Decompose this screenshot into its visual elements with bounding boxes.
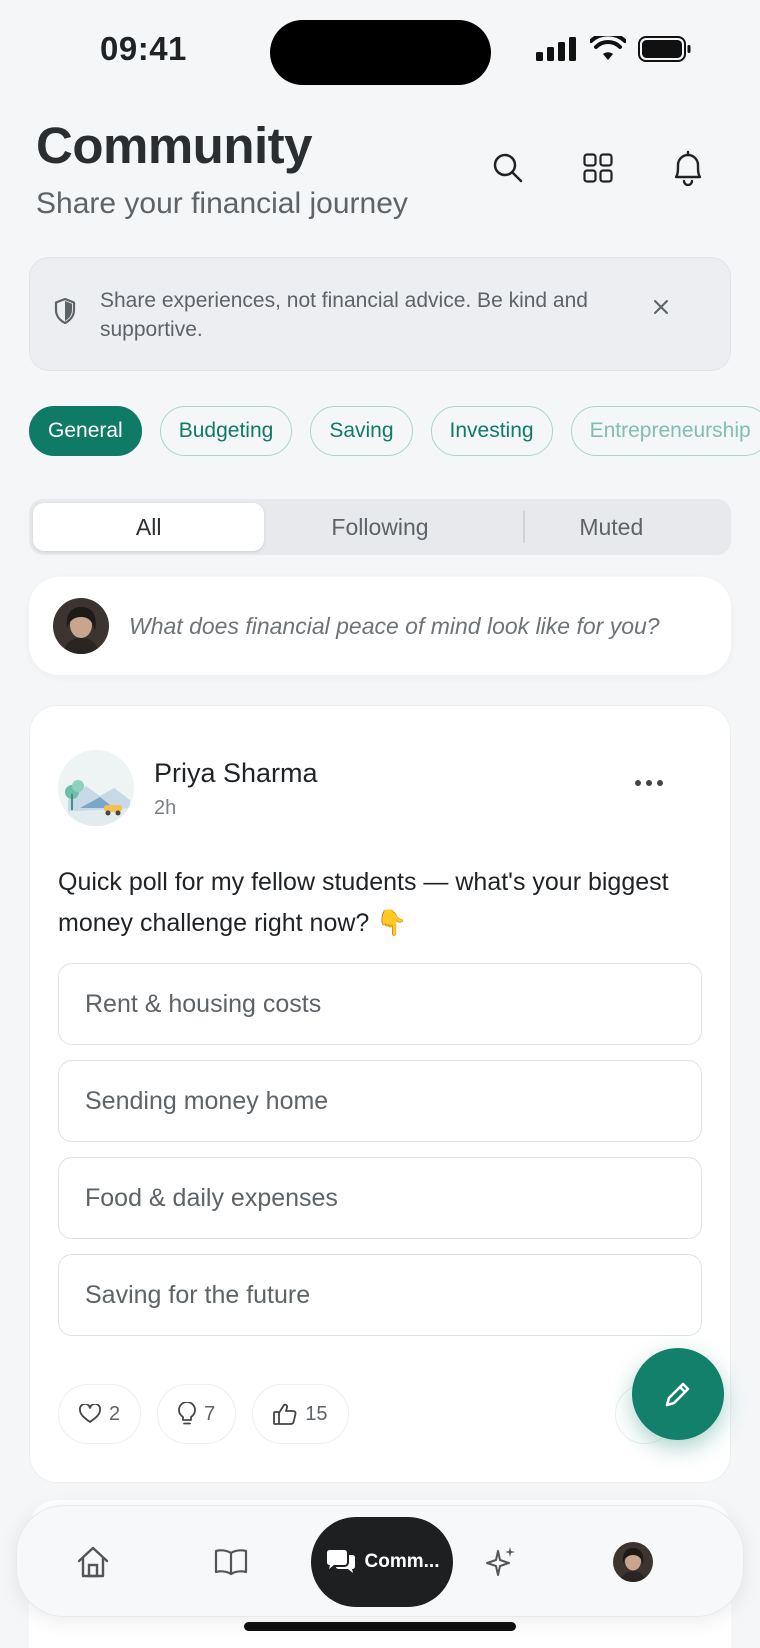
shield-icon [54, 298, 76, 324]
home-indicator [244, 1622, 516, 1631]
page-title: Community [36, 117, 312, 174]
status-time: 09:41 [100, 30, 187, 67]
community-guidelines-notice: Share experiences, not financial advice.… [29, 257, 731, 371]
post-author[interactable]: Priya Sharma [154, 758, 318, 789]
bell-icon [674, 150, 702, 186]
bottom-tab-bar: Comm... [16, 1505, 744, 1617]
idea-button[interactable]: 7 [157, 1384, 237, 1444]
tab-profile[interactable] [613, 1506, 653, 1618]
tab-home[interactable] [73, 1506, 113, 1618]
feed-filter: All Following Muted [29, 499, 731, 555]
filter-following[interactable]: Following [264, 503, 495, 551]
book-icon [214, 1549, 248, 1576]
heart-icon [79, 1404, 101, 1423]
like-button[interactable]: 2 [58, 1384, 142, 1444]
post-body: Quick poll for my fellow students — what… [58, 868, 669, 937]
chat-bubbles-icon [326, 1550, 355, 1573]
avatar [613, 1542, 653, 1582]
wifi-icon [590, 36, 626, 60]
tab-learn[interactable] [211, 1506, 251, 1618]
composer-prompt: What does financial peace of mind look l… [129, 613, 660, 639]
sparkles-icon [486, 1547, 515, 1576]
filter-muted[interactable]: Muted [496, 503, 727, 551]
tab-insights[interactable] [481, 1506, 521, 1618]
lightbulb-icon [178, 1402, 197, 1425]
notice-text: Share experiences, not financial advice.… [100, 289, 588, 341]
close-icon[interactable] [652, 298, 670, 316]
category-chips: General Budgeting Saving Investing Entre… [29, 406, 760, 456]
segment-divider [523, 511, 525, 543]
dynamic-island [270, 20, 491, 85]
poll-option[interactable]: Food & daily expenses [58, 1157, 702, 1239]
thumbs-up-icon [273, 1403, 297, 1425]
tab-community[interactable]: Comm... [311, 1517, 453, 1607]
reaction-bar: 2 7 15 [58, 1384, 349, 1444]
page-header: Community Share your financial journey [36, 116, 408, 221]
compose-fab[interactable] [632, 1348, 724, 1440]
grid-view-button[interactable] [578, 148, 618, 188]
status-icons [536, 36, 692, 62]
filter-all[interactable]: All [33, 503, 265, 551]
chip-budgeting[interactable]: Budgeting [159, 406, 293, 456]
like-count: 2 [109, 1402, 121, 1425]
pencil-icon [665, 1382, 690, 1407]
status-bar: 09:41 [0, 0, 760, 100]
poll-option[interactable]: Rent & housing costs [58, 963, 702, 1045]
thumbs-up-count: 15 [305, 1402, 328, 1425]
tab-community-label: Comm... [364, 1551, 440, 1572]
idea-count: 7 [204, 1402, 216, 1425]
page-subtitle: Share your financial journey [36, 187, 408, 220]
chip-saving[interactable]: Saving [310, 406, 413, 456]
thumbs-up-button[interactable]: 15 [252, 1384, 349, 1444]
poll: Rent & housing costs Sending money home … [58, 963, 702, 1351]
search-icon [493, 153, 523, 183]
header-actions [488, 148, 708, 188]
poll-option[interactable]: Sending money home [58, 1060, 702, 1142]
more-options-icon[interactable] [634, 779, 664, 787]
grid-icon [583, 153, 613, 183]
battery-icon [638, 36, 691, 62]
post-time: 2h [154, 797, 177, 819]
notifications-button[interactable] [668, 148, 708, 188]
cellular-signal-icon [536, 37, 576, 61]
home-icon [77, 1546, 109, 1578]
avatar [53, 598, 109, 654]
author-avatar[interactable] [58, 750, 134, 826]
post-composer[interactable]: What does financial peace of mind look l… [29, 577, 731, 675]
chip-investing[interactable]: Investing [430, 406, 553, 456]
chip-entrepreneurship[interactable]: Entrepreneurship [570, 406, 760, 456]
poll-option[interactable]: Saving for the future [58, 1254, 702, 1336]
post-card: Priya Sharma 2h Quick poll for my fellow… [29, 705, 731, 1483]
chip-general[interactable]: General [29, 406, 142, 456]
search-button[interactable] [488, 148, 528, 188]
